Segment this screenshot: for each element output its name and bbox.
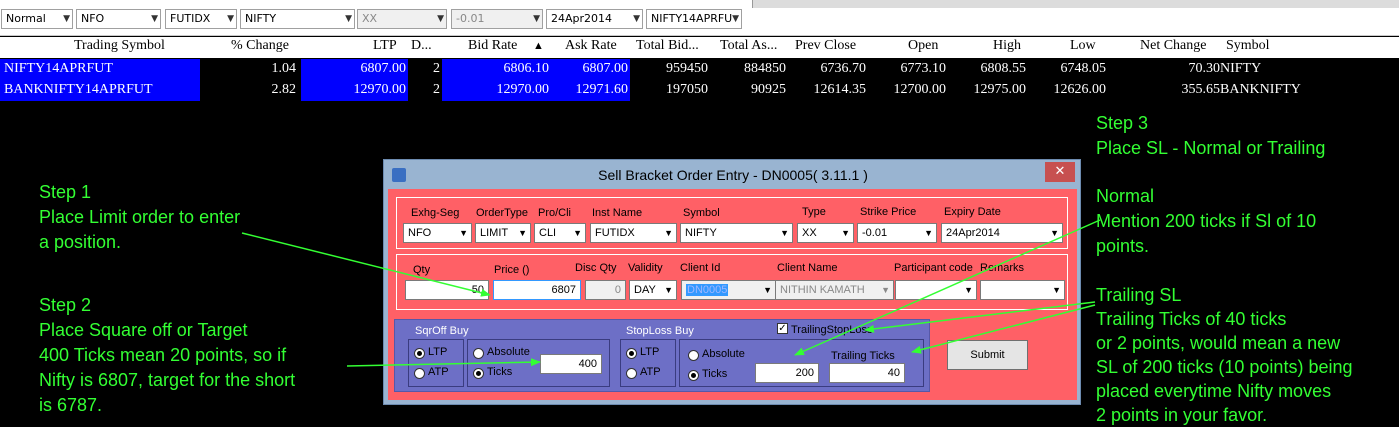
step1-arrow — [241, 232, 491, 297]
trailing-ticks-arrow — [911, 304, 1096, 354]
trailing-checkbox-arrow — [864, 301, 1096, 333]
normal-sl-arrow — [794, 219, 1101, 356]
annotation-arrows — [241, 219, 1101, 367]
step2-arrow — [346, 358, 541, 367]
